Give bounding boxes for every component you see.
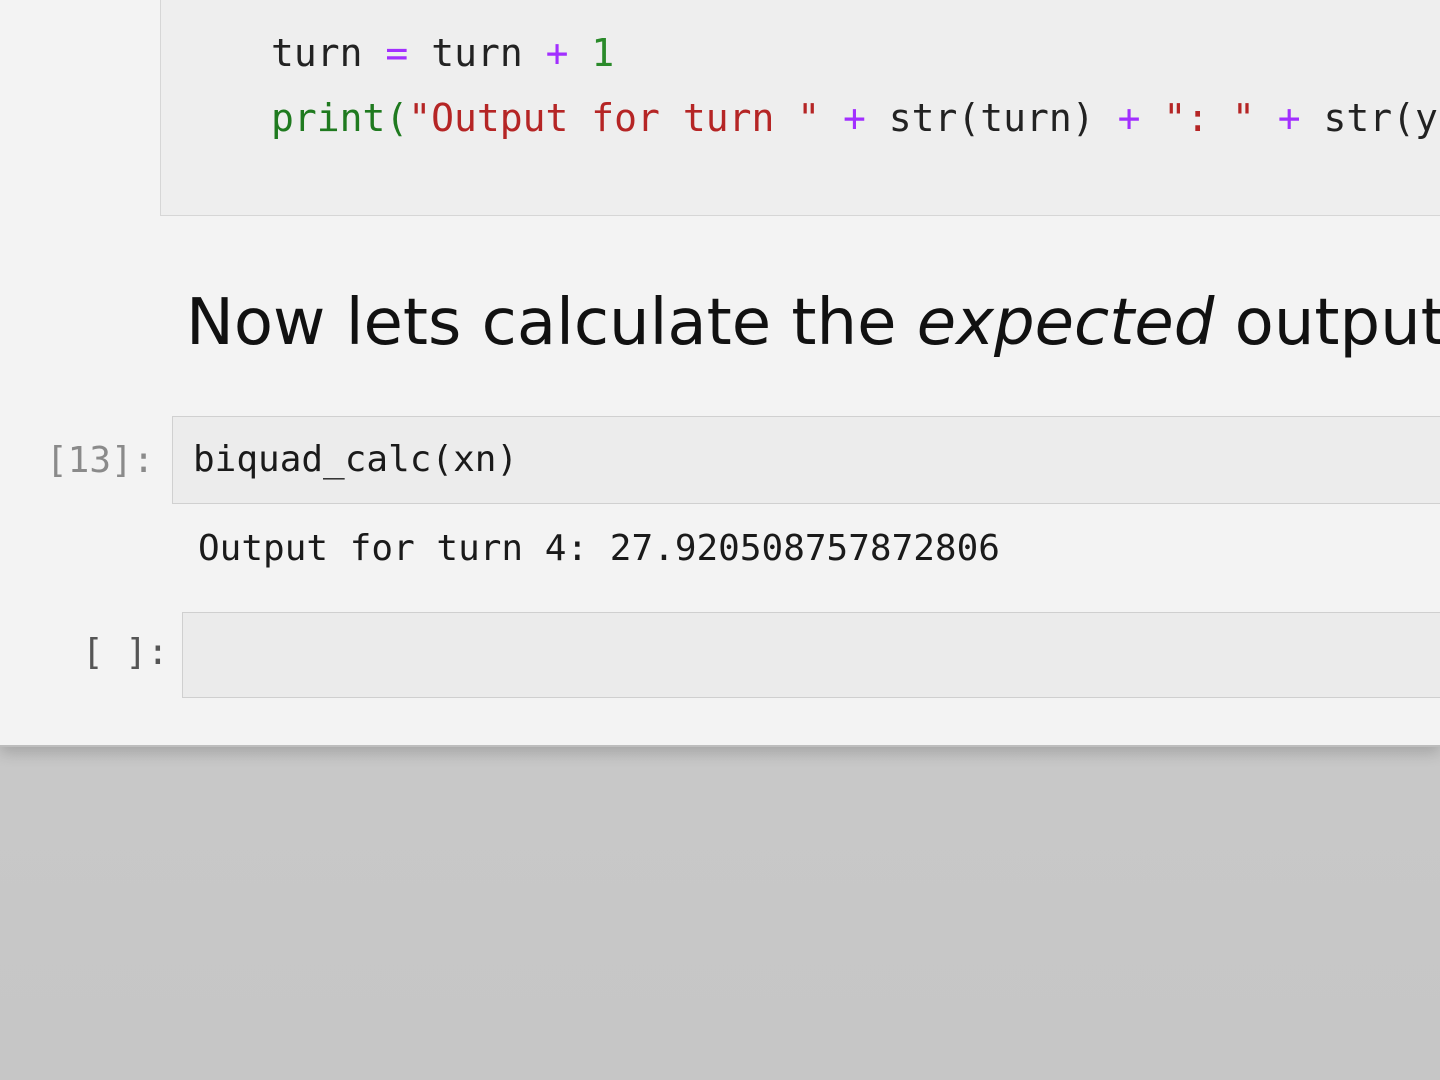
code-token: ": " bbox=[1163, 96, 1255, 140]
code-token: + bbox=[842, 96, 866, 140]
code-cell-13-output: Output for turn 4: 27.920508757872806 bbox=[198, 528, 1000, 569]
code-line-turn-increment: turn = turn + 1 bbox=[271, 31, 614, 75]
code-token: = bbox=[385, 31, 409, 75]
code-cell-13-input[interactable]: biquad_calc(xn) bbox=[172, 416, 1440, 504]
markdown-heading: Now lets calculate the expected output v… bbox=[186, 286, 1440, 360]
code-token: "Output for turn " bbox=[408, 96, 821, 140]
code-token: + bbox=[1117, 96, 1141, 140]
code-line-print: print("Output for turn " + str(turn) + "… bbox=[271, 96, 1438, 140]
markdown-emphasis: expected bbox=[916, 286, 1215, 360]
code-cell-13-text: biquad_calc(xn) bbox=[193, 439, 519, 480]
cell-prompt-empty: [ ]: bbox=[82, 632, 169, 673]
code-token: turn bbox=[271, 31, 363, 75]
cell-prompt-13: [13]: bbox=[46, 440, 155, 481]
code-token: str(y bbox=[1323, 96, 1438, 140]
notebook-area: turn = turn + 1 print("Output for turn "… bbox=[0, 0, 1440, 747]
code-token: 1 bbox=[591, 31, 615, 75]
code-token: turn bbox=[431, 31, 523, 75]
code-token: str(turn) bbox=[888, 96, 1095, 140]
empty-code-cell-input[interactable] bbox=[182, 612, 1440, 698]
code-token: + bbox=[1277, 96, 1301, 140]
code-token: + bbox=[545, 31, 569, 75]
screen: turn = turn + 1 print("Output for turn "… bbox=[0, 0, 1440, 1080]
code-token: print( bbox=[271, 96, 409, 140]
markdown-text: Now lets calculate the bbox=[186, 286, 917, 360]
previous-code-cell[interactable]: turn = turn + 1 print("Output for turn "… bbox=[160, 0, 1440, 216]
markdown-text: output va bbox=[1234, 286, 1440, 360]
